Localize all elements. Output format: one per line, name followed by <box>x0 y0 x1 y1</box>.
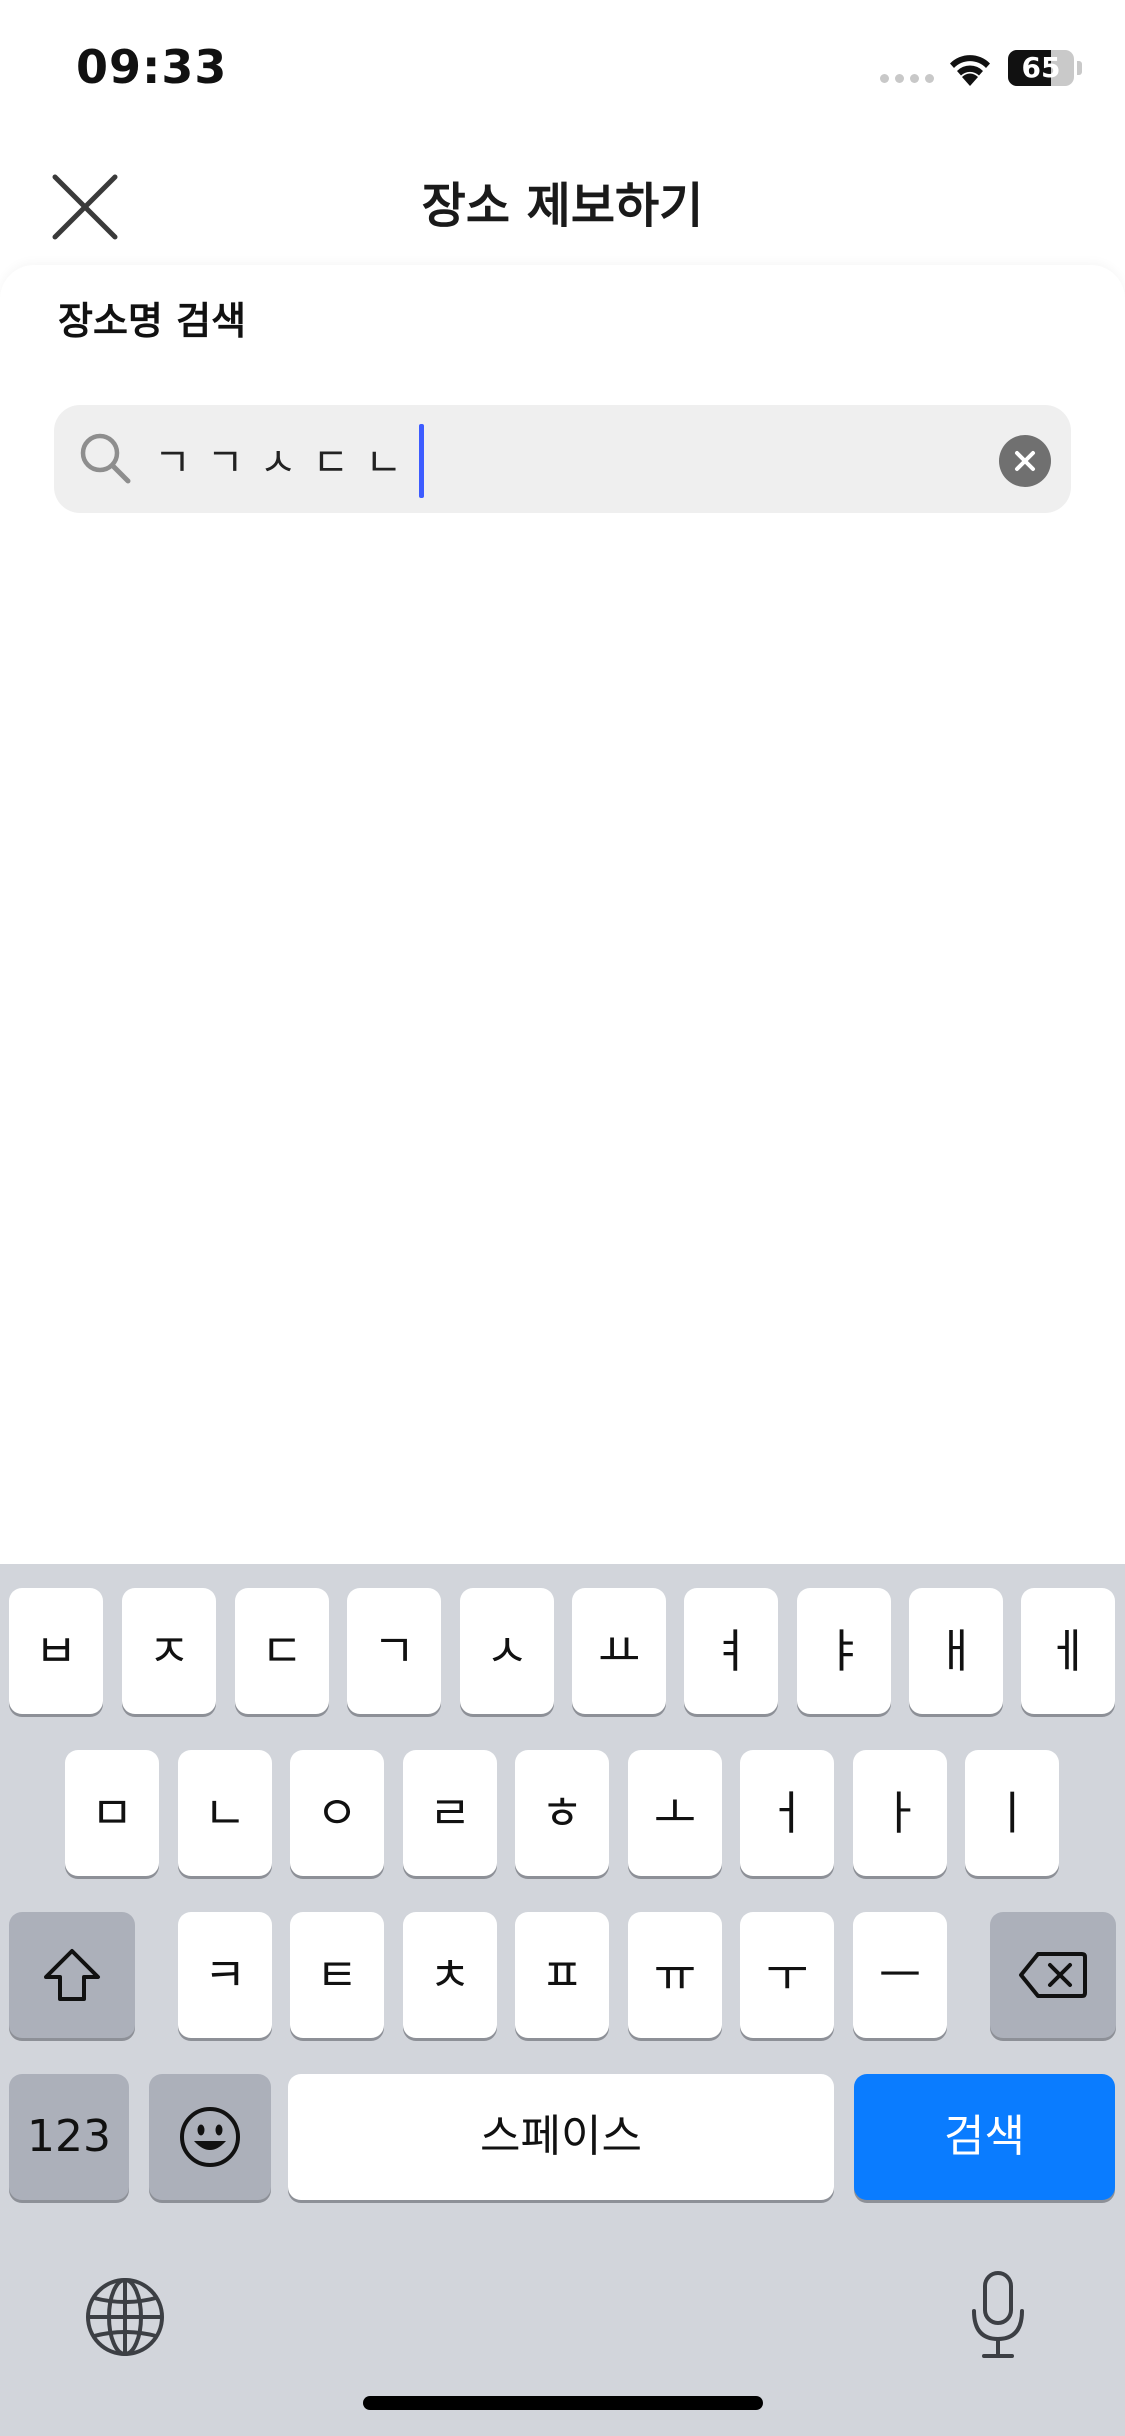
key-label: ㅌ <box>315 1948 359 2002</box>
battery-icon: 65 <box>1008 50 1074 86</box>
search-return-key[interactable]: 검색 <box>854 2074 1115 2200</box>
key-row2[interactable]: ㅓ <box>740 1750 834 1876</box>
key-label: ㄴ <box>203 1786 247 1840</box>
status-time: 09:33 <box>76 40 228 94</box>
key-row1[interactable]: ㅐ <box>909 1588 1003 1714</box>
clear-circle-icon <box>1015 451 1035 471</box>
key-row3[interactable]: ㅠ <box>628 1912 722 2038</box>
header: 장소 제보하기 <box>0 140 1125 270</box>
key-row1[interactable]: ㅈ <box>122 1588 216 1714</box>
key-row1[interactable]: ㄷ <box>235 1588 329 1714</box>
key-row3[interactable]: ㅋ <box>178 1912 272 2038</box>
key-label: ㅅ <box>485 1624 529 1678</box>
key-label: ㅂ <box>34 1624 78 1678</box>
key-label: ㅡ <box>878 1948 922 2002</box>
key-label: ㅊ <box>428 1948 472 2002</box>
keyboard: ㅂ ㅈ ㄷ ㄱ ㅅ ㅛ ㅕ ㅑ ㅐ ㅔ ㅁ ㄴ ㅇ ㄹ ㅎ ㅗ ㅓ ㅏ ㅣ ㅋ … <box>0 1564 1125 2436</box>
key-label: ㅁ <box>90 1786 134 1840</box>
key-row2[interactable]: ㅁ <box>65 1750 159 1876</box>
key-row1[interactable]: ㄱ <box>347 1588 441 1714</box>
key-row3[interactable]: ㅡ <box>853 1912 947 2038</box>
backspace-key[interactable] <box>990 1912 1116 2038</box>
key-label: ㅛ <box>597 1624 641 1678</box>
key-label: ㅜ <box>765 1948 809 2002</box>
key-row2[interactable]: ㅇ <box>290 1750 384 1876</box>
key-label: ㅔ <box>1046 1624 1090 1678</box>
text-caret <box>419 424 424 498</box>
backspace-icon <box>1019 1952 1087 1998</box>
key-label: ㅕ <box>709 1624 753 1678</box>
battery-level: 65 <box>1021 51 1061 84</box>
key-row1[interactable]: ㅔ <box>1021 1588 1115 1714</box>
screen: 09:33 65 장소 제보하기 장소명 검색 ㄱㄱㅅㄷㄴ ㅂ ㅈ ㄷ ㄱ ㅅ … <box>0 0 1125 2436</box>
key-label: 검색 <box>944 2111 1025 2162</box>
key-row1[interactable]: ㅑ <box>797 1588 891 1714</box>
key-label: 스페이스 <box>480 2111 642 2162</box>
key-label: ㅋ <box>203 1948 247 2002</box>
shift-icon <box>44 1949 100 2001</box>
key-label: ㅐ <box>934 1624 978 1678</box>
key-row1[interactable]: ㅛ <box>572 1588 666 1714</box>
key-row2[interactable]: ㅎ <box>515 1750 609 1876</box>
key-label: ㅈ <box>147 1624 191 1678</box>
status-bar: 09:33 65 <box>0 0 1125 140</box>
emoji-key[interactable] <box>149 2074 271 2200</box>
search-icon <box>80 433 131 484</box>
home-indicator <box>363 2396 763 2410</box>
key-row1[interactable]: ㅂ <box>9 1588 103 1714</box>
key-row3[interactable]: ㅊ <box>403 1912 497 2038</box>
key-label: ㄹ <box>428 1786 472 1840</box>
key-label: ㅠ <box>653 1948 697 2002</box>
key-label: ㅑ <box>822 1624 866 1678</box>
key-label: ㄷ <box>260 1624 304 1678</box>
key-row2[interactable]: ㅗ <box>628 1750 722 1876</box>
page-title: 장소 제보하기 <box>421 178 704 234</box>
cellular-signal-icon <box>880 74 934 84</box>
space-key[interactable]: 스페이스 <box>288 2074 834 2200</box>
key-label: ㅗ <box>653 1786 697 1840</box>
key-row2[interactable]: ㅣ <box>965 1750 1059 1876</box>
key-row2[interactable]: ㄹ <box>403 1750 497 1876</box>
key-label: ㅍ <box>540 1948 584 2002</box>
key-label: ㅓ <box>765 1786 809 1840</box>
key-row2[interactable]: ㄴ <box>178 1750 272 1876</box>
key-row2[interactable]: ㅏ <box>853 1750 947 1876</box>
search-input[interactable] <box>154 419 1034 499</box>
key-row1[interactable]: ㅅ <box>460 1588 554 1714</box>
wifi-icon <box>950 55 990 86</box>
globe-icon[interactable] <box>84 2276 166 2358</box>
key-label: 123 <box>27 2111 111 2162</box>
emoji-icon <box>180 2107 240 2167</box>
shift-key[interactable] <box>9 1912 135 2038</box>
numbers-key[interactable]: 123 <box>9 2074 129 2200</box>
key-row3[interactable]: ㅍ <box>515 1912 609 2038</box>
microphone-icon[interactable] <box>966 2269 1030 2361</box>
key-row1[interactable]: ㅕ <box>684 1588 778 1714</box>
key-label: ㅎ <box>540 1786 584 1840</box>
key-row3[interactable]: ㅌ <box>290 1912 384 2038</box>
battery-tip <box>1077 61 1082 75</box>
key-label: ㄱ <box>372 1624 416 1678</box>
key-label: ㅣ <box>990 1786 1034 1840</box>
key-label: ㅏ <box>878 1786 922 1840</box>
clear-button[interactable] <box>999 435 1051 487</box>
search-box[interactable] <box>54 405 1071 513</box>
section-label: 장소명 검색 <box>58 299 247 343</box>
key-row3[interactable]: ㅜ <box>740 1912 834 2038</box>
key-label: ㅇ <box>315 1786 359 1840</box>
